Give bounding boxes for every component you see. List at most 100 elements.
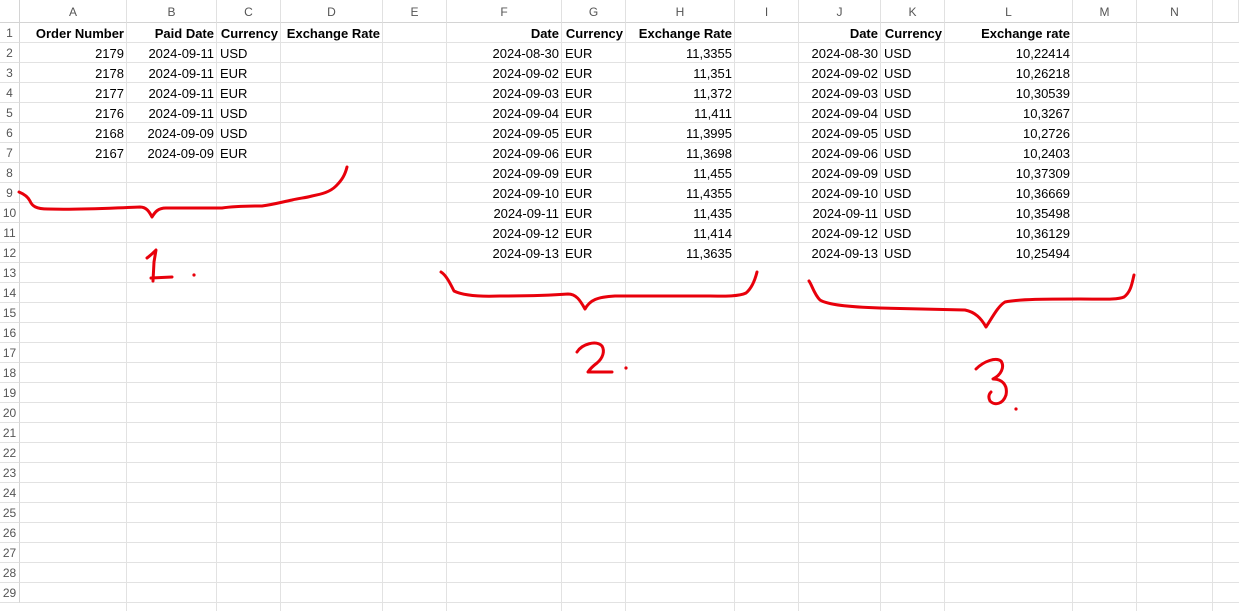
column-header-m[interactable]: M [1073,0,1137,23]
table2-cell[interactable]: 11,3698 [626,143,735,163]
table1-cell[interactable]: EUR [217,63,281,83]
table1-cell[interactable]: EUR [217,143,281,163]
row-header-1[interactable]: 1 [0,23,20,43]
table1-header-cell[interactable]: Order Number [20,23,127,43]
select-all-corner[interactable] [0,0,20,23]
table1-cell[interactable] [281,123,383,143]
spreadsheet-grid[interactable]: A B C D E F G H I J K L M N 1 2 3 4 5 6 7 8 9 10 11 12 13 14 15 16 17 1… [0,0,1239,611]
table3-cell[interactable]: 10,35498 [945,203,1073,223]
table3-cell[interactable]: USD [881,103,945,123]
row-header-2[interactable]: 2 [0,43,20,63]
table2-cell[interactable]: 2024-09-12 [447,223,562,243]
table1-cell[interactable]: 2179 [20,43,127,63]
row-header-12[interactable]: 12 [0,243,20,263]
table2-cell[interactable]: EUR [562,183,626,203]
table3-cell[interactable]: 2024-09-12 [799,223,881,243]
table3-cell[interactable]: 2024-09-02 [799,63,881,83]
table1-cell[interactable]: USD [217,43,281,63]
row-header-22[interactable]: 22 [0,443,20,463]
table1-cell[interactable] [281,63,383,83]
table3-cell[interactable]: 10,2403 [945,143,1073,163]
row-header-26[interactable]: 26 [0,523,20,543]
table3-cell[interactable]: 2024-09-11 [799,203,881,223]
table1-header-cell[interactable]: Exchange Rate [281,23,383,43]
table2-cell[interactable]: 2024-09-04 [447,103,562,123]
table1-cell[interactable]: 2176 [20,103,127,123]
table2-cell[interactable]: 2024-09-11 [447,203,562,223]
table2-cell[interactable]: 2024-09-06 [447,143,562,163]
table2-cell[interactable]: 2024-09-10 [447,183,562,203]
table2-cell[interactable]: EUR [562,163,626,183]
table1-cell[interactable]: 2178 [20,63,127,83]
row-header-18[interactable]: 18 [0,363,20,383]
table2-cell[interactable]: 11,372 [626,83,735,103]
table3-header-cell[interactable]: Date [799,23,881,43]
table2-cell[interactable]: 2024-09-02 [447,63,562,83]
row-header-21[interactable]: 21 [0,423,20,443]
column-header-b[interactable]: B [127,0,217,23]
table2-header-cell[interactable]: Currency [562,23,626,43]
table2-cell[interactable]: 11,351 [626,63,735,83]
row-header-28[interactable]: 28 [0,563,20,583]
table3-cell[interactable]: USD [881,203,945,223]
table3-cell[interactable]: 10,25494 [945,243,1073,263]
table1-cell[interactable]: 2024-09-09 [127,143,217,163]
row-header-20[interactable]: 20 [0,403,20,423]
table3-cell[interactable]: 10,36129 [945,223,1073,243]
row-header-7[interactable]: 7 [0,143,20,163]
row-header-15[interactable]: 15 [0,303,20,323]
column-header-n[interactable]: N [1137,0,1213,23]
row-header-13[interactable]: 13 [0,263,20,283]
table3-cell[interactable]: USD [881,83,945,103]
table1-cell[interactable]: 2024-09-11 [127,43,217,63]
table3-header-cell[interactable]: Exchange rate [945,23,1073,43]
table3-cell[interactable]: 2024-09-06 [799,143,881,163]
row-header-8[interactable]: 8 [0,163,20,183]
column-header-a[interactable]: A [20,0,127,23]
column-header-i[interactable]: I [735,0,799,23]
table1-header-cell[interactable]: Paid Date [127,23,217,43]
table3-cell[interactable]: 10,30539 [945,83,1073,103]
row-header-17[interactable]: 17 [0,343,20,363]
table2-cell[interactable]: 2024-08-30 [447,43,562,63]
row-header-11[interactable]: 11 [0,223,20,243]
row-header-4[interactable]: 4 [0,83,20,103]
table2-header-cell[interactable]: Date [447,23,562,43]
table1-cell[interactable]: 2024-09-09 [127,123,217,143]
table3-cell[interactable]: USD [881,163,945,183]
table3-cell[interactable]: 2024-08-30 [799,43,881,63]
table2-cell[interactable]: 11,455 [626,163,735,183]
table2-cell[interactable]: 11,3355 [626,43,735,63]
column-header-g[interactable]: G [562,0,626,23]
table2-cell[interactable]: EUR [562,143,626,163]
table3-cell[interactable]: USD [881,63,945,83]
column-header-l[interactable]: L [945,0,1073,23]
row-header-23[interactable]: 23 [0,463,20,483]
table2-cell[interactable]: 2024-09-03 [447,83,562,103]
table1-cell[interactable] [281,83,383,103]
table1-cell[interactable]: 2024-09-11 [127,83,217,103]
table3-cell[interactable]: USD [881,243,945,263]
table1-cell[interactable]: 2024-09-11 [127,103,217,123]
table3-cell[interactable]: 2024-09-09 [799,163,881,183]
row-header-16[interactable]: 16 [0,323,20,343]
table3-cell[interactable]: 2024-09-13 [799,243,881,263]
table3-header-cell[interactable]: Currency [881,23,945,43]
table3-cell[interactable]: USD [881,143,945,163]
row-header-27[interactable]: 27 [0,543,20,563]
table2-cell[interactable]: 11,3995 [626,123,735,143]
table2-cell[interactable]: 11,414 [626,223,735,243]
table1-cell[interactable]: 2177 [20,83,127,103]
table2-header-cell[interactable]: Exchange Rate [626,23,735,43]
table3-cell[interactable]: USD [881,43,945,63]
row-header-9[interactable]: 9 [0,183,20,203]
column-header-c[interactable]: C [217,0,281,23]
table1-header-cell[interactable]: Currency [217,23,281,43]
table1-cell[interactable]: USD [217,123,281,143]
table3-cell[interactable]: 10,37309 [945,163,1073,183]
table3-cell[interactable]: 2024-09-05 [799,123,881,143]
table2-cell[interactable]: 11,4355 [626,183,735,203]
row-header-29[interactable]: 29 [0,583,20,603]
column-header-d[interactable]: D [281,0,383,23]
row-header-19[interactable]: 19 [0,383,20,403]
